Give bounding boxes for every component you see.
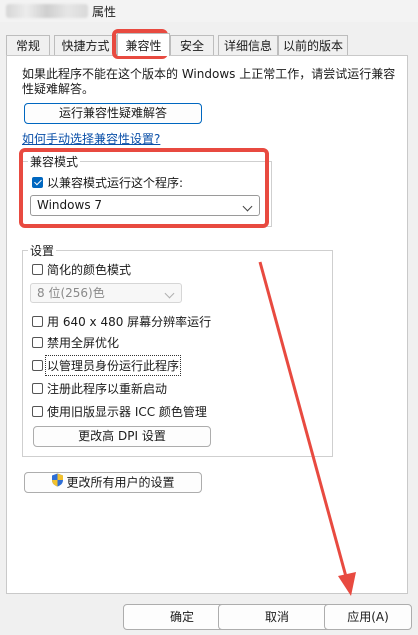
annotation-arrow-icon [258, 261, 356, 596]
tab-compatibility[interactable]: 兼容性 [117, 33, 170, 56]
